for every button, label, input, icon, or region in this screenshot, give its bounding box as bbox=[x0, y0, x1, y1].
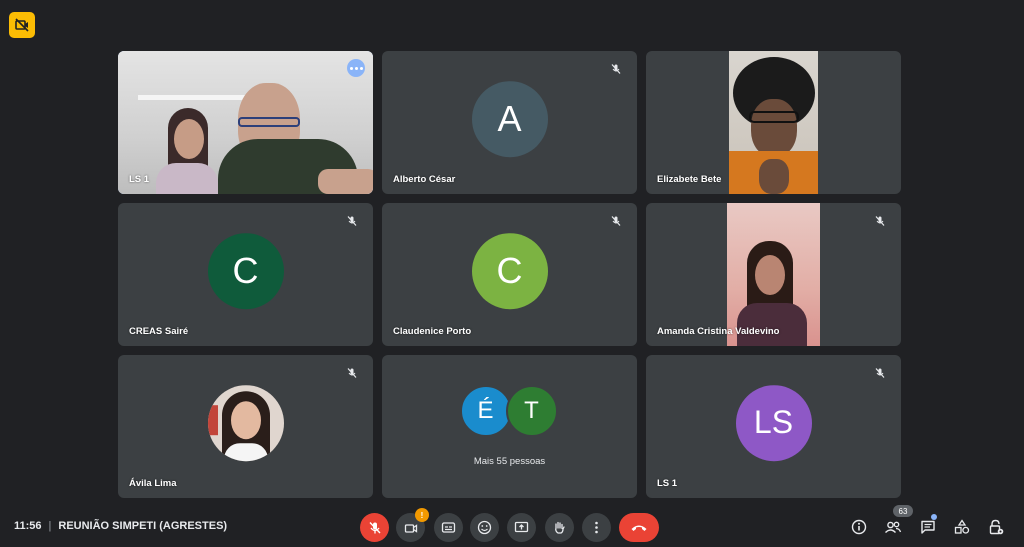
video-feed bbox=[118, 51, 373, 194]
mic-off-icon bbox=[343, 364, 361, 382]
camera-icon bbox=[404, 523, 417, 533]
avatar: É bbox=[459, 385, 512, 437]
more-people-label: Mais 55 pessoas bbox=[473, 456, 546, 467]
participant-name: Ávila Lima bbox=[129, 478, 177, 489]
participant-tile-ls1[interactable]: LS LS 1 bbox=[646, 355, 901, 498]
more-vert-icon bbox=[595, 521, 598, 534]
avatar: C bbox=[471, 232, 548, 309]
leave-call-button[interactable] bbox=[619, 513, 659, 542]
mic-off-icon bbox=[607, 212, 625, 230]
participant-tile-ls1-video[interactable]: LS 1 bbox=[118, 51, 373, 194]
participant-tile-elizabete[interactable]: Elizabete Bete bbox=[646, 51, 901, 194]
participant-name: CREAS Sairé bbox=[129, 326, 189, 337]
chat-notification-dot bbox=[931, 514, 937, 520]
warning-badge: ! bbox=[415, 508, 429, 522]
mic-off-icon bbox=[871, 364, 889, 382]
meeting-title: REUNIÃO SIMPETI (AGRESTES) bbox=[58, 520, 228, 532]
camera-off-icon bbox=[15, 18, 29, 32]
host-controls-button[interactable] bbox=[985, 516, 1007, 538]
video-feed bbox=[729, 51, 818, 194]
raise-hand-button[interactable] bbox=[545, 513, 574, 542]
mic-off-icon bbox=[607, 60, 625, 78]
mic-toggle-button[interactable] bbox=[360, 513, 389, 542]
participant-grid: LS 1 A Alberto César Elizabete Bete C CR… bbox=[118, 51, 902, 499]
meeting-info: 11:56 | REUNIÃO SIMPETI (AGRESTES) bbox=[14, 520, 227, 532]
reactions-button[interactable] bbox=[470, 513, 499, 542]
present-icon bbox=[514, 521, 529, 533]
people-button[interactable] bbox=[882, 516, 904, 538]
host-controls-icon bbox=[989, 519, 1004, 535]
camera-toggle-button[interactable]: ! bbox=[396, 508, 429, 542]
people-icon bbox=[885, 521, 902, 534]
participant-name: LS 1 bbox=[657, 478, 678, 489]
avatar: C bbox=[207, 232, 284, 309]
end-call-icon bbox=[631, 525, 647, 531]
more-options-button[interactable] bbox=[582, 513, 611, 542]
clock: 11:56 bbox=[14, 520, 42, 532]
meeting-details-button[interactable] bbox=[848, 516, 870, 538]
activities-button[interactable] bbox=[951, 516, 973, 538]
captions-icon bbox=[441, 522, 456, 533]
participant-tile-alberto[interactable]: A Alberto César bbox=[382, 51, 637, 194]
more-options-icon[interactable] bbox=[347, 59, 365, 77]
mic-off-icon bbox=[343, 212, 361, 230]
avatar: T bbox=[505, 385, 558, 437]
info-icon bbox=[851, 519, 867, 535]
participant-name: Claudenice Porto bbox=[393, 326, 472, 337]
activities-icon bbox=[954, 519, 970, 534]
participant-count-badge: 63 bbox=[893, 505, 913, 517]
bottom-toolbar: 11:56 | REUNIÃO SIMPETI (AGRESTES) ! bbox=[0, 506, 1024, 547]
avatar: LS bbox=[735, 384, 812, 461]
camera-off-indicator[interactable] bbox=[9, 12, 35, 38]
present-button[interactable] bbox=[507, 513, 536, 542]
emoji-icon bbox=[477, 520, 492, 535]
participant-tile-claudenice[interactable]: C Claudenice Porto bbox=[382, 203, 637, 346]
video-feed bbox=[727, 203, 820, 346]
raise-hand-icon bbox=[555, 521, 565, 534]
avatar: A bbox=[471, 80, 548, 157]
participant-name: Amanda Cristina Valdevino bbox=[657, 326, 780, 337]
participant-name: Alberto César bbox=[393, 174, 456, 185]
captions-button[interactable] bbox=[434, 513, 463, 542]
meet-window: LS 1 A Alberto César Elizabete Bete C CR… bbox=[0, 0, 1024, 547]
mic-off-icon bbox=[368, 521, 381, 533]
mic-off-icon bbox=[871, 212, 889, 230]
avatar-group: É T bbox=[459, 385, 560, 437]
participant-tile-amanda[interactable]: Amanda Cristina Valdevino bbox=[646, 203, 901, 346]
participant-tile-avila[interactable]: Ávila Lima bbox=[118, 355, 373, 498]
chat-icon bbox=[921, 520, 935, 534]
participant-name: LS 1 bbox=[129, 174, 150, 185]
participant-tile-creas[interactable]: C CREAS Sairé bbox=[118, 203, 373, 346]
divider: | bbox=[48, 520, 52, 532]
participant-name: Elizabete Bete bbox=[657, 174, 722, 185]
more-participants-tile[interactable]: É T Mais 55 pessoas bbox=[382, 355, 637, 498]
avatar-photo bbox=[207, 384, 284, 461]
